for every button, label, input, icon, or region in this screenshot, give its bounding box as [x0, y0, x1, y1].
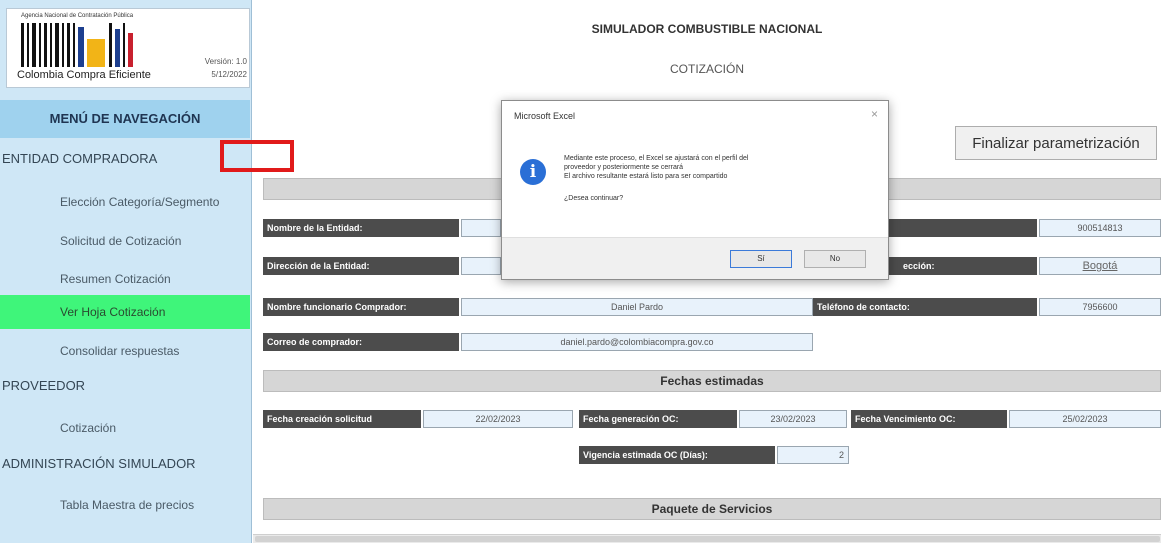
buyer-name-label: Nombre funcionario Comprador:: [263, 298, 459, 316]
nav-section-administracion-simulador[interactable]: ADMINISTRACIÓN SIMULADOR: [2, 456, 196, 471]
phone-value[interactable]: 7956600: [1039, 298, 1161, 316]
nav-item-tabla-maestra-precios[interactable]: Tabla Maestra de precios: [0, 488, 250, 522]
barcode-logo-icon: [21, 23, 133, 67]
entity-name-cell[interactable]: [461, 219, 501, 237]
version-text: Versión: 1.0: [204, 57, 247, 66]
nav-item-consolidar-respuestas[interactable]: Consolidar respuestas: [0, 334, 250, 368]
services-section-title: Paquete de Servicios: [263, 498, 1161, 520]
horizontal-scrollbar[interactable]: [253, 534, 1161, 543]
dialog-footer: Sí No: [502, 237, 888, 279]
logo: Agencia Nacional de Contratación Pública…: [6, 8, 250, 88]
nav-item-cotizacion[interactable]: Cotización: [0, 411, 250, 445]
entity-nit-label: [889, 219, 1037, 237]
version-date: 5/12/2022: [211, 70, 247, 79]
scrollbar-thumb[interactable]: [255, 536, 1160, 542]
nav-item-ver-hoja-cotizacion[interactable]: Ver Hoja Cotización: [0, 295, 250, 329]
buyer-email-label: Correo de comprador:: [263, 333, 459, 351]
logo-agency-text: Agencia Nacional de Contratación Pública: [21, 13, 134, 19]
entity-name-label: Nombre de la Entidad:: [263, 219, 459, 237]
buyer-email-value[interactable]: daniel.pardo@colombiacompra.gov.co: [461, 333, 813, 351]
app-title: SIMULADOR COMBUSTIBLE NACIONAL: [591, 22, 823, 36]
buyer-name-value[interactable]: Daniel Pardo: [461, 298, 813, 316]
entity-address-cell[interactable]: [461, 257, 501, 275]
city-label-text: ección:: [903, 261, 935, 271]
oc-expiry-date-label: Fecha Vencimiento OC:: [851, 410, 1007, 428]
version-label: Versión: 1.0 5/12/2022: [205, 55, 247, 81]
dialog-title: Microsoft Excel: [514, 111, 576, 121]
request-creation-date-label: Fecha creación solicitud: [263, 410, 421, 428]
oc-validity-value[interactable]: 2: [777, 446, 849, 464]
dialog-message-line-1: Mediante este proceso, el Excel se ajust…: [564, 155, 749, 162]
entity-nit-value[interactable]: 900514813: [1039, 219, 1161, 237]
nav-item-eleccion-categoria[interactable]: Elección Categoría/Segmento: [0, 185, 250, 219]
dates-section-title: Fechas estimadas: [263, 370, 1161, 392]
navigation-sidebar: Agencia Nacional de Contratación Pública…: [0, 0, 252, 543]
dialog-message-line-2: proveedor y posteriormente se cerrará: [564, 164, 684, 171]
dialog-message-line-3: El archivo resultante estará listo para …: [564, 173, 728, 180]
close-icon[interactable]: ×: [871, 107, 878, 121]
oc-expiry-date-value[interactable]: 25/02/2023: [1009, 410, 1161, 428]
nav-item-resumen-cotizacion[interactable]: Resumen Cotización: [0, 262, 250, 296]
city-label: ección:: [889, 257, 1037, 275]
no-button[interactable]: No: [804, 250, 866, 268]
city-value[interactable]: Bogotá: [1039, 257, 1161, 275]
oc-generation-date-label: Fecha generación OC:: [579, 410, 737, 428]
oc-generation-date-value[interactable]: 23/02/2023: [739, 410, 847, 428]
dialog-titlebar[interactable]: Microsoft Excel ×: [502, 101, 888, 129]
info-icon: i: [520, 159, 546, 185]
finalize-parametrization-button[interactable]: Finalizar parametrización: [955, 126, 1157, 160]
nav-section-proveedor[interactable]: PROVEEDOR: [2, 378, 85, 393]
oc-validity-label: Vigencia estimada OC (Días):: [579, 446, 775, 464]
nav-title: MENÚ DE NAVEGACIÓN: [0, 100, 250, 138]
logo-brand-text: Colombia Compra Eficiente: [17, 69, 151, 81]
dialog-question: ¿Desea continuar?: [564, 195, 624, 202]
nav-item-solicitud-cotizacion[interactable]: Solicitud de Cotización: [0, 224, 250, 258]
sheet-title: COTIZACIÓN: [670, 62, 744, 76]
request-creation-date-value[interactable]: 22/02/2023: [423, 410, 573, 428]
yes-button[interactable]: Sí: [730, 250, 792, 268]
excel-confirm-dialog: Microsoft Excel × i Mediante este proces…: [501, 100, 889, 280]
nav-section-entidad-compradora[interactable]: ENTIDAD COMPRADORA: [2, 151, 157, 166]
entity-address-label: Dirección de la Entidad:: [263, 257, 459, 275]
phone-label: Teléfono de contacto:: [813, 298, 1037, 316]
